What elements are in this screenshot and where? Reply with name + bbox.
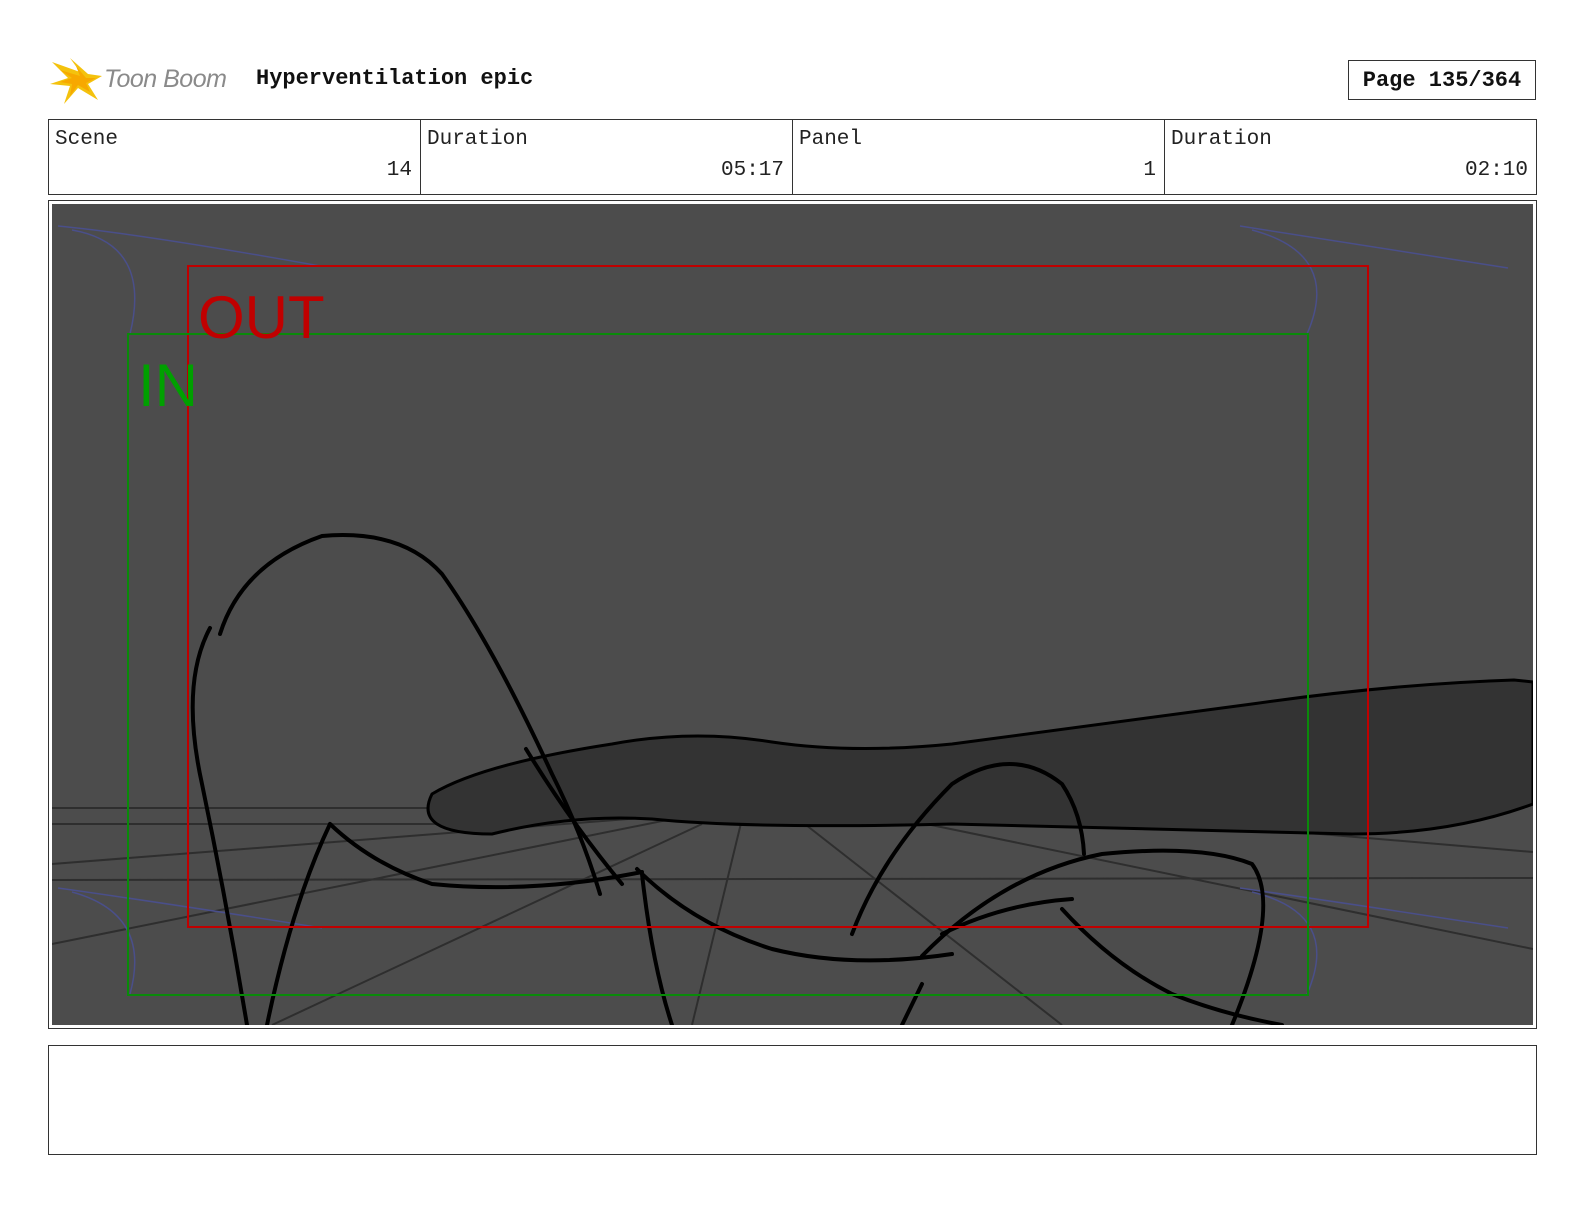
storyboard-sketch: OUT IN [52,225,1533,1025]
panel-label: Panel [799,128,863,151]
in-frame-label: IN [138,352,198,419]
scene-value: 14 [386,159,412,182]
scene-info-table: Scene 14 Duration 05:17 Panel 1 Duration… [48,119,1537,195]
storyboard-panel-image: OUT IN [52,204,1533,1025]
scene-label: Scene [55,128,119,151]
document-title: Hyperventilation epic [256,66,534,91]
panel-value: 1 [1143,159,1156,182]
scene-duration-label: Duration [427,128,528,151]
toon-boom-logo: Toon Boom [50,56,240,106]
out-frame-label: OUT [198,284,325,351]
scene-duration-cell: Duration 05:17 [421,120,793,194]
logo-text: Toon Boom [104,65,227,93]
scene-duration-value: 05:17 [720,159,784,182]
panel-notes-box[interactable] [48,1045,1537,1155]
panel-duration-cell: Duration 02:10 [1165,120,1536,194]
page-indicator: Page 135/364 [1348,60,1536,100]
in-frame-rect [127,333,1309,996]
panel-cell: Panel 1 [793,120,1165,194]
panel-duration-label: Duration [1171,128,1272,151]
starburst-icon [50,58,102,104]
scene-cell: Scene 14 [49,120,421,194]
panel-duration-value: 02:10 [1464,159,1528,182]
